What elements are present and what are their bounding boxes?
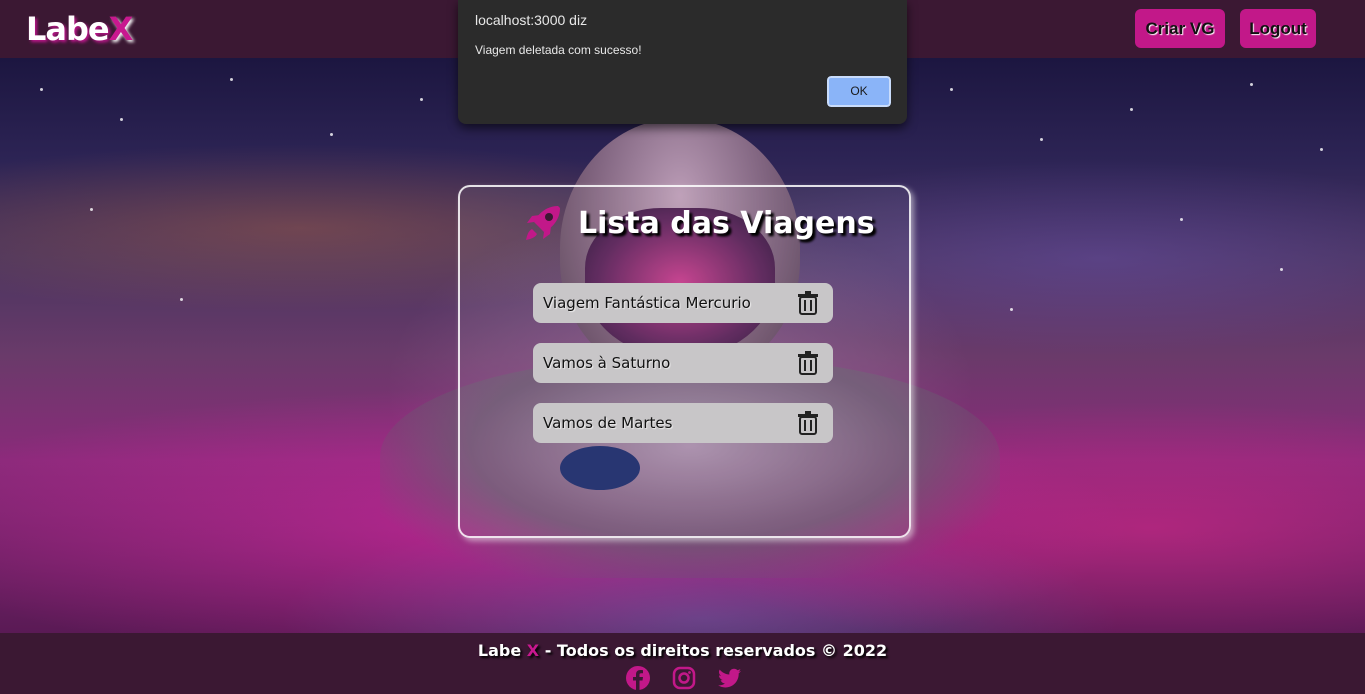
instagram-icon[interactable]	[672, 666, 696, 690]
logout-button[interactable]: Logout	[1240, 9, 1316, 48]
trip-list-heading: Lista das Viagens	[522, 198, 882, 248]
alert-dialog: localhost:3000 diz Viagem deletada com s…	[458, 0, 907, 124]
dialog-title: localhost:3000 diz	[475, 12, 588, 28]
dialog-message: Viagem deletada com sucesso!	[475, 43, 642, 57]
trip-name: Vamos de Martes	[543, 414, 673, 432]
create-trip-button[interactable]: Criar VG	[1135, 9, 1225, 48]
trash-icon[interactable]	[797, 291, 819, 315]
rocket-icon	[526, 206, 560, 240]
social-links	[626, 666, 742, 690]
trip-item[interactable]: Viagem Fantástica Mercurio	[533, 283, 833, 323]
facebook-icon[interactable]	[626, 666, 650, 690]
logo[interactable]: LabeX	[26, 10, 134, 48]
logo-main: Labe	[26, 10, 110, 48]
trash-icon[interactable]	[797, 411, 819, 435]
trip-name: Viagem Fantástica Mercurio	[543, 294, 751, 312]
footer-copyright: Labe X - Todos os direitos reservados © …	[0, 641, 1365, 660]
logo-accent: X	[108, 10, 134, 48]
trip-item[interactable]: Vamos à Saturno	[533, 343, 833, 383]
twitter-icon[interactable]	[718, 666, 742, 690]
ok-button[interactable]: OK	[826, 75, 892, 108]
footer: Labe X - Todos os direitos reservados © …	[0, 633, 1365, 694]
trash-icon[interactable]	[797, 351, 819, 375]
footer-rights: - Todos os direitos reservados © 2022	[544, 641, 888, 660]
footer-brand: Labe	[477, 641, 522, 660]
page-title: Lista das Viagens	[578, 205, 875, 241]
footer-brand-accent: X	[526, 641, 540, 660]
trip-item[interactable]: Vamos de Martes	[533, 403, 833, 443]
trip-name: Vamos à Saturno	[543, 354, 671, 372]
